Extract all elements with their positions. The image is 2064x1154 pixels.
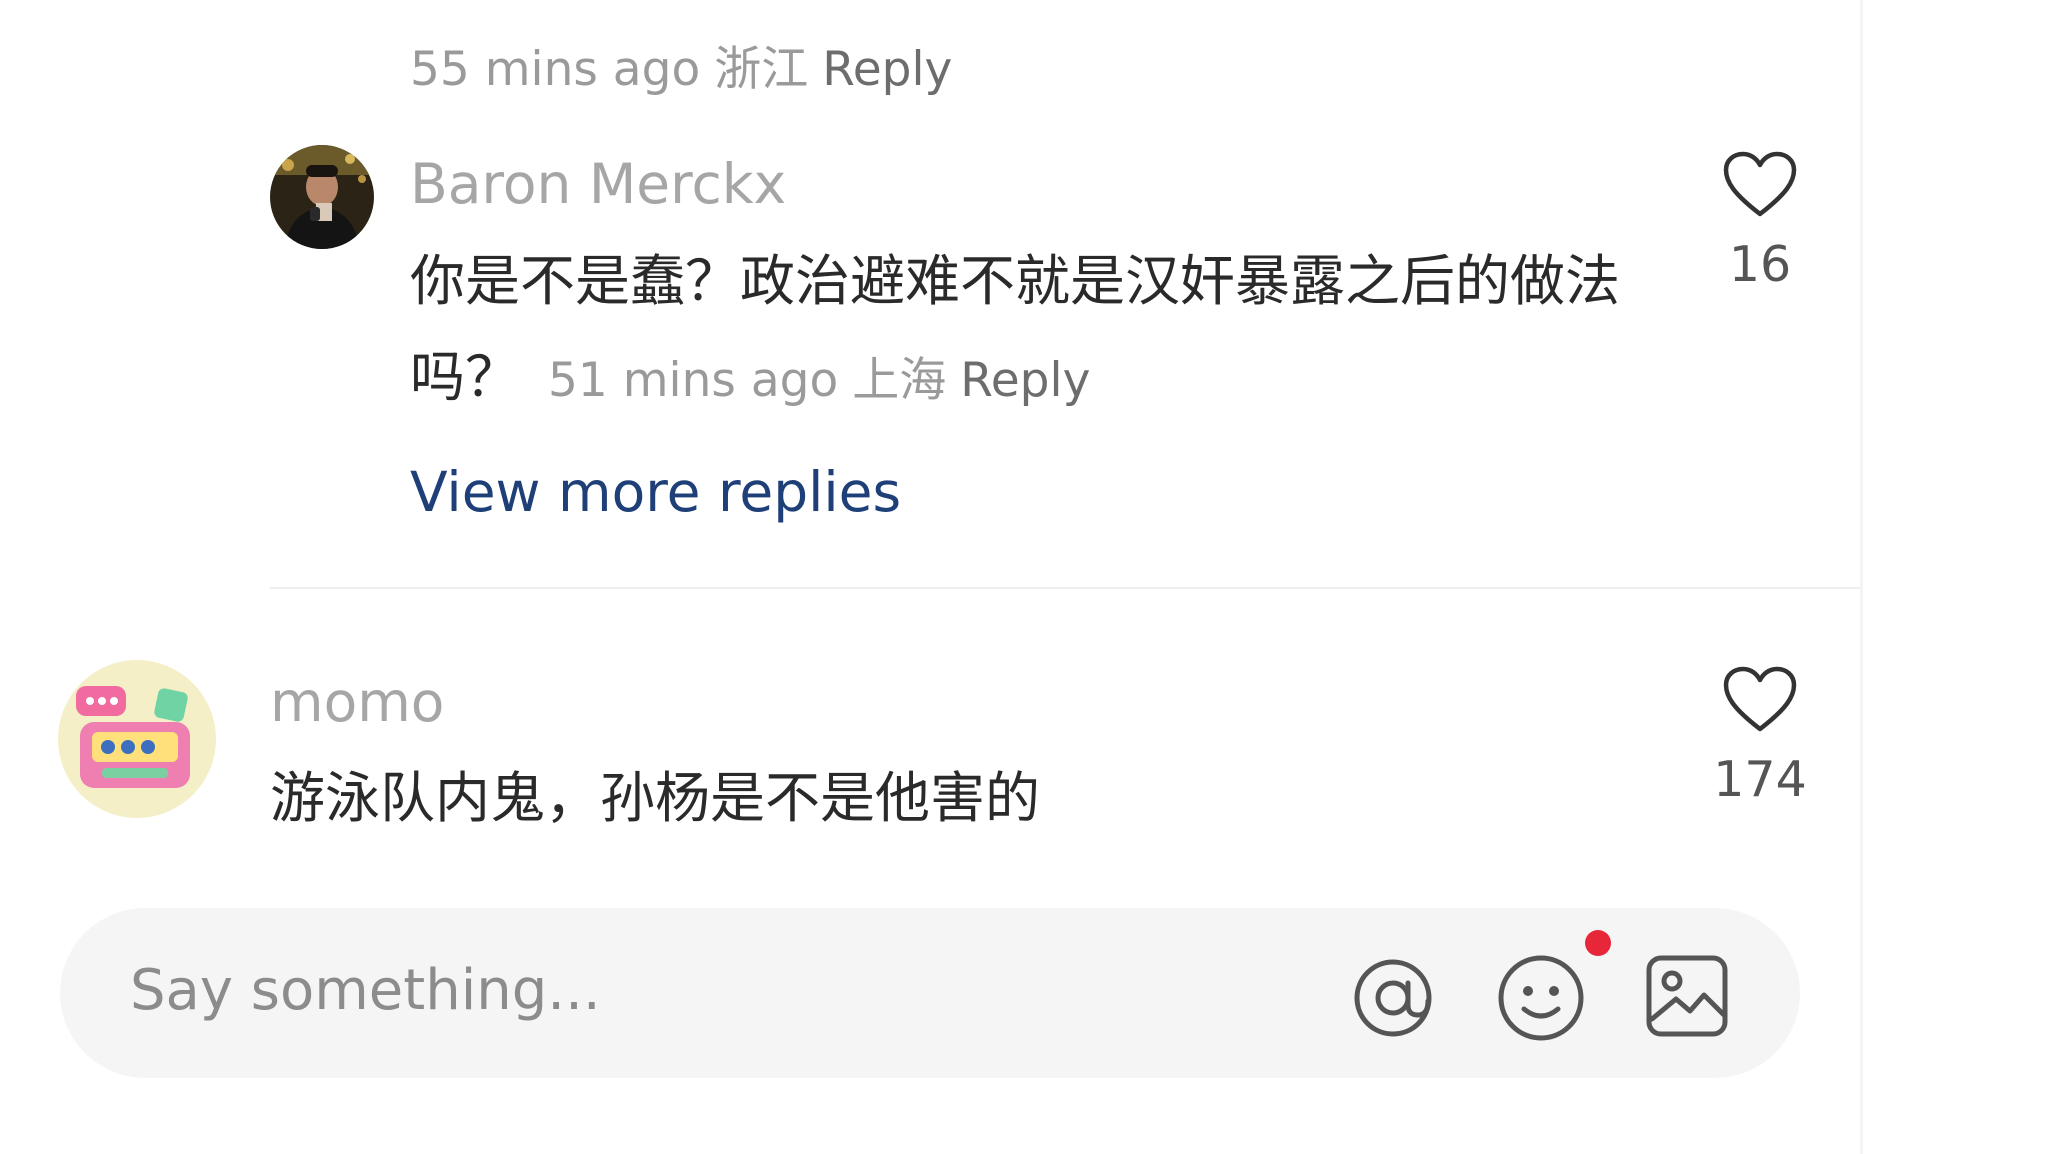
comment-input-placeholder[interactable]: Say something... <box>130 958 601 1023</box>
comment-like[interactable]: 174 <box>1700 665 1820 808</box>
panel-edge <box>1860 0 1863 1154</box>
reply-meta: 51 mins ago 上海 Reply <box>548 353 1090 408</box>
comment-username[interactable]: momo <box>270 670 444 734</box>
image-icon[interactable] <box>1644 953 1730 1043</box>
reply-like[interactable]: 16 <box>1700 150 1820 293</box>
reply-username[interactable]: Baron Merckx <box>410 152 786 216</box>
view-more-replies-link[interactable]: View more replies <box>410 460 901 524</box>
reply-body[interactable]: 你是不是蠢？政治避难不就是汉奸暴露之后的做法吗？ 51 mins ago 上海 Rep… <box>410 233 1640 429</box>
emoji-notification-dot <box>1585 930 1611 956</box>
previous-reply-button[interactable]: Reply <box>822 42 952 97</box>
reply-button[interactable]: Reply <box>960 353 1090 408</box>
comment-like-count: 174 <box>1713 751 1807 808</box>
comment-input-bar[interactable]: Say something... <box>60 908 1800 1078</box>
comment-divider <box>270 587 1860 589</box>
heart-icon[interactable] <box>1722 150 1798 220</box>
comment-body[interactable]: 游泳队内鬼，孙杨是不是他害的 <box>270 750 1570 846</box>
avatar[interactable] <box>58 660 216 818</box>
reply-time: 51 mins ago <box>548 353 839 408</box>
avatar[interactable] <box>270 145 374 249</box>
reply-like-count: 16 <box>1728 236 1792 293</box>
emoji-icon[interactable] <box>1496 953 1586 1047</box>
comment-text: 游泳队内鬼，孙杨是不是他害的 <box>270 766 1041 830</box>
comments-panel: 55 mins ago 浙江 Reply Baron Merckx 你是不是蠢？政治… <box>0 0 1860 1154</box>
previous-reply-meta: 55 mins ago 浙江 Reply <box>410 30 952 99</box>
heart-icon[interactable] <box>1722 665 1798 735</box>
at-icon[interactable] <box>1348 953 1438 1047</box>
reply-location: 上海 <box>852 353 947 408</box>
previous-reply-time: 55 mins ago <box>410 42 701 97</box>
previous-reply-location: 浙江 <box>714 42 809 97</box>
